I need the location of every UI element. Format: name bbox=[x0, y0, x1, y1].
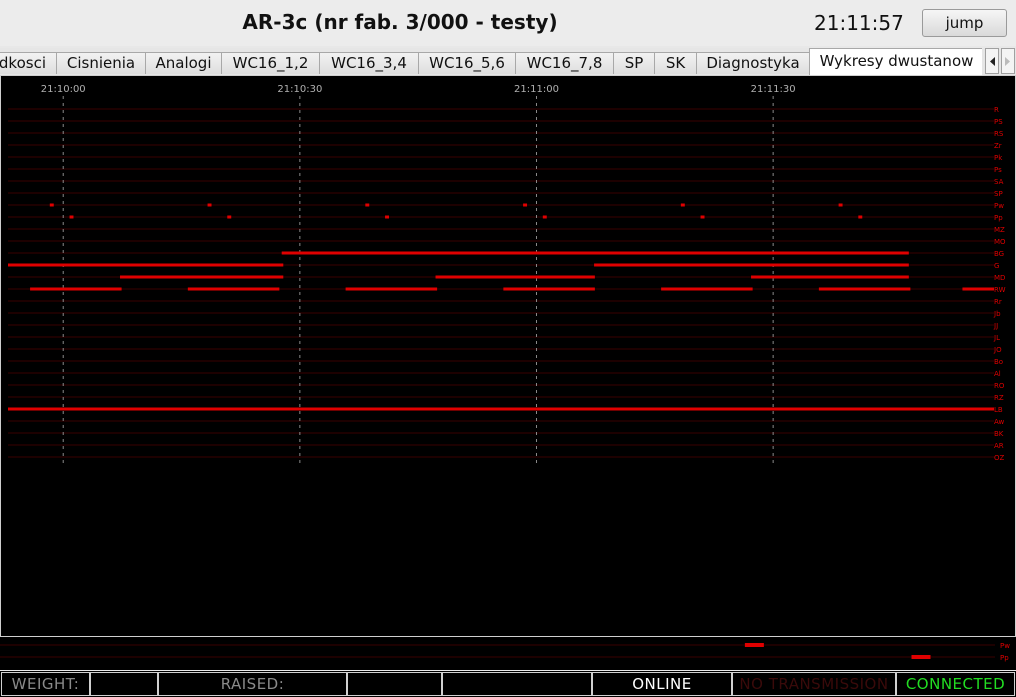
signal-label: Ps bbox=[994, 166, 1002, 174]
signal-label: RO bbox=[994, 382, 1005, 390]
chart-canvas: 21:10:00 21:10:30 21:11:00 21:11:30 R PS RS Zr P… bbox=[8, 84, 1006, 463]
tab-bar: Predkosci Cisnienia Analogi WC16_1,2 WC1… bbox=[0, 48, 1016, 75]
tab-sk[interactable]: SK bbox=[654, 52, 697, 74]
signal-on-segment bbox=[838, 203, 843, 207]
signal-on-segment bbox=[281, 251, 909, 255]
mini-signal-panel: Pw Pp bbox=[0, 637, 1016, 670]
signal-on-segment bbox=[962, 287, 994, 291]
signal-label: Pk bbox=[994, 154, 1003, 162]
signal-label: Aw bbox=[994, 418, 1005, 426]
signal-label: SA bbox=[994, 178, 1004, 186]
signal-label: BG bbox=[994, 250, 1004, 258]
jump-button[interactable]: jump bbox=[922, 9, 1007, 37]
signal-on-segment bbox=[858, 215, 863, 219]
raised-label: RAISED: bbox=[158, 672, 347, 696]
signal-on-segment bbox=[227, 215, 232, 219]
signal-on-segment bbox=[365, 203, 370, 207]
signal-label: Rr bbox=[994, 298, 1002, 306]
extra-value bbox=[442, 672, 592, 696]
mini-signal-label: Pw bbox=[1000, 642, 1010, 650]
signal-label: BK bbox=[994, 430, 1004, 438]
signal-on-segment bbox=[345, 287, 438, 291]
tab-wc16-5-6[interactable]: WC16_5,6 bbox=[418, 52, 516, 74]
signal-on-segment bbox=[700, 215, 705, 219]
signal-label: JO bbox=[993, 346, 1002, 354]
signal-label: Jb bbox=[993, 310, 1001, 318]
signal-on-segment bbox=[385, 215, 389, 219]
signal-on-segment bbox=[8, 407, 994, 411]
mini-signal-label: Pp bbox=[1000, 654, 1009, 662]
weight-label: WEIGHT: bbox=[1, 672, 90, 696]
signal-label: RZ bbox=[994, 394, 1004, 402]
tab-wykresy-dwustanow[interactable]: Wykresy dwustanow bbox=[809, 48, 982, 75]
mini-canvas: Pw Pp bbox=[0, 642, 1010, 662]
signal-on-segment bbox=[818, 287, 911, 291]
signal-label: RS bbox=[994, 130, 1004, 138]
header-bar: AR-3c (nr fab. 3/000 - testy) 21:11:57 j… bbox=[0, 0, 1016, 46]
status-bar: WEIGHT: RAISED: ONLINE NO TRANSMISSION C… bbox=[0, 671, 1016, 697]
signal-on-segment bbox=[680, 203, 685, 207]
signal-on-segment bbox=[120, 275, 284, 279]
transmission-status: NO TRANSMISSION bbox=[732, 672, 896, 696]
tab-wc16-7-8[interactable]: WC16_7,8 bbox=[515, 52, 614, 74]
tab-scroll-left-button[interactable] bbox=[985, 48, 999, 74]
signal-label: R bbox=[994, 106, 999, 114]
signal-on-segment bbox=[661, 287, 753, 291]
tab-predkosci[interactable]: Predkosci bbox=[0, 52, 57, 74]
signal-label: RW bbox=[994, 286, 1006, 294]
tab-strip: Predkosci Cisnienia Analogi WC16_1,2 WC1… bbox=[0, 48, 982, 75]
raised-value bbox=[347, 672, 442, 696]
signal-label: Al bbox=[994, 370, 1001, 378]
signal-label: G bbox=[994, 262, 999, 270]
time-tick-label: 21:11:30 bbox=[751, 84, 796, 95]
arrow-left-icon bbox=[990, 57, 995, 66]
tab-sp[interactable]: SP bbox=[613, 52, 655, 74]
time-tick-label: 21:11:00 bbox=[514, 84, 559, 95]
mini-signal-mark bbox=[744, 643, 764, 647]
clock: 21:11:57 bbox=[814, 11, 904, 35]
online-status: ONLINE bbox=[592, 672, 732, 696]
time-tick-label: 21:10:30 bbox=[277, 84, 322, 95]
signal-on-segment bbox=[523, 203, 528, 207]
signal-label: Zr bbox=[994, 142, 1002, 150]
window-title: AR-3c (nr fab. 3/000 - testy) bbox=[242, 10, 558, 34]
signal-label: JJ bbox=[993, 322, 998, 330]
signal-label: MD bbox=[994, 274, 1005, 282]
tab-wc16-3-4[interactable]: WC16_3,4 bbox=[319, 52, 419, 74]
signal-on-segment bbox=[542, 215, 547, 219]
signal-label: Pw bbox=[994, 202, 1004, 210]
signal-on-segment bbox=[435, 275, 595, 279]
arrow-right-icon bbox=[1005, 57, 1010, 66]
signal-label: LB bbox=[994, 406, 1003, 414]
mini-signal-mark bbox=[911, 655, 931, 659]
tab-cisnienia[interactable]: Cisnienia bbox=[56, 52, 146, 74]
binary-signals-chart[interactable]: 21:10:00 21:10:30 21:11:00 21:11:30 R PS RS Zr P… bbox=[0, 75, 1016, 637]
signal-on-segment bbox=[30, 287, 122, 291]
tab-wc16-1-2[interactable]: WC16_1,2 bbox=[221, 52, 320, 74]
signal-on-segment bbox=[751, 275, 909, 279]
signal-label: MO bbox=[994, 238, 1006, 246]
signal-on-segment bbox=[207, 203, 212, 207]
signal-label: SP bbox=[994, 190, 1003, 198]
signal-on-segment bbox=[69, 215, 74, 219]
tab-analogi[interactable]: Analogi bbox=[145, 52, 222, 74]
tab-diagnostyka[interactable]: Diagnostyka bbox=[696, 52, 810, 74]
signal-label: JL bbox=[993, 334, 1000, 342]
signal-on-segment bbox=[8, 263, 284, 267]
signal-label: OZ bbox=[994, 454, 1005, 462]
signal-on-segment bbox=[49, 203, 54, 207]
signal-on-segment bbox=[503, 287, 595, 291]
signal-label: MZ bbox=[994, 226, 1005, 234]
signal-label: PS bbox=[994, 118, 1003, 126]
signal-on-segment bbox=[594, 263, 909, 267]
signal-on-segment bbox=[187, 287, 280, 291]
tab-scroll-right-button[interactable] bbox=[1001, 48, 1015, 74]
time-tick-label: 21:10:00 bbox=[41, 84, 86, 95]
connection-status: CONNECTED bbox=[896, 672, 1015, 696]
weight-value bbox=[90, 672, 158, 696]
signal-label: Bo bbox=[994, 358, 1003, 366]
signal-label: AR bbox=[994, 442, 1004, 450]
signal-label: Pp bbox=[994, 214, 1003, 222]
